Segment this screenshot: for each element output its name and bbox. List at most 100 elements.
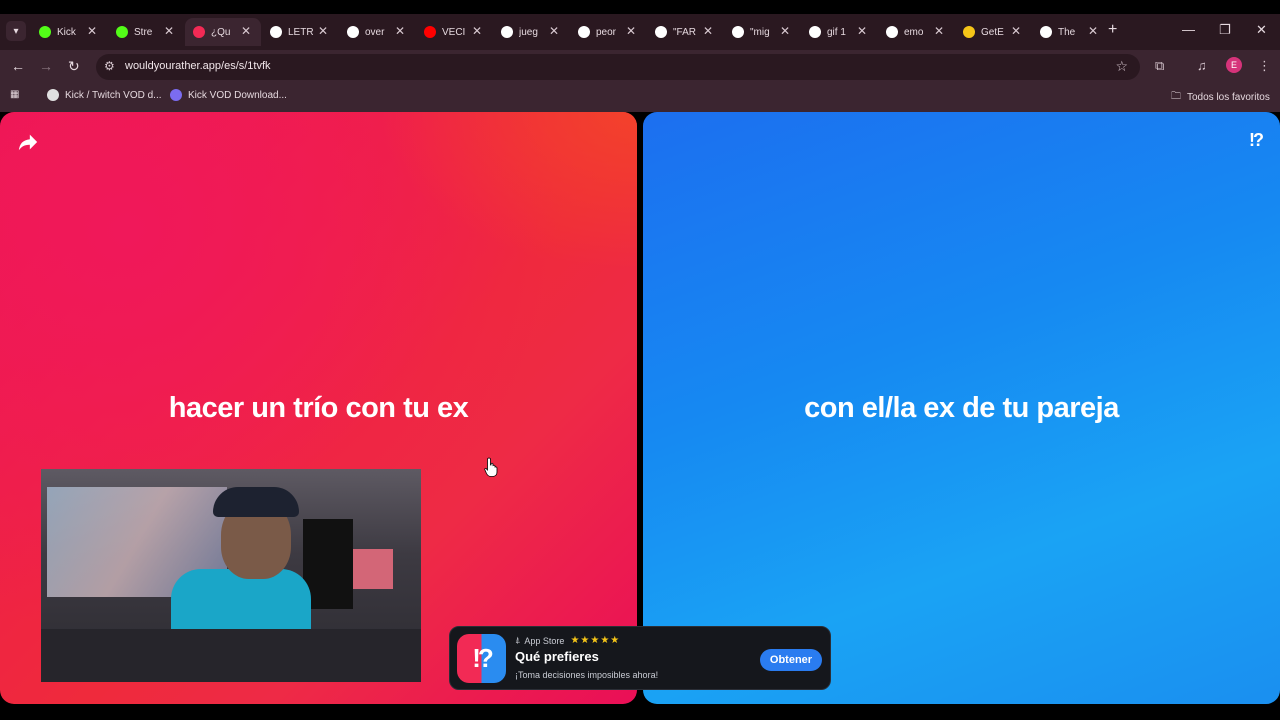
extensions-icon[interactable]: ⧉: [1155, 58, 1164, 74]
tab-favicon-icon: [655, 26, 667, 38]
profile-initial: E: [1230, 60, 1237, 70]
app-store-banner[interactable]: !? ⍋ App Store ★★★★★ Qué prefieres ¡Toma…: [449, 626, 831, 690]
tab-title: The: [1058, 26, 1076, 38]
forward-button[interactable]: →: [39, 58, 53, 74]
tab-favicon-icon: [809, 26, 821, 38]
tab-title: gif 1: [827, 26, 846, 38]
share-icon[interactable]: [17, 131, 39, 153]
globe-icon: [47, 89, 59, 101]
tab-close-icon[interactable]: ✕: [626, 24, 636, 38]
tab-favicon-icon: [347, 26, 359, 38]
tab-close-icon[interactable]: ✕: [164, 24, 174, 38]
back-button[interactable]: ←: [11, 58, 25, 74]
tab-search-button[interactable]: ▾: [6, 21, 26, 41]
tab-favicon-icon: [732, 26, 744, 38]
address-bar[interactable]: ⚙ wouldyourather.app/es/s/1tvfk ☆: [96, 54, 1140, 80]
browser-tab[interactable]: jueg ✕: [493, 18, 569, 46]
store-row: ⍋ App Store ★★★★★: [515, 635, 620, 646]
browser-tab[interactable]: GetE ✕: [955, 18, 1031, 46]
option-a-text: hacer un trío con tu ex: [168, 392, 469, 424]
tab-title: VECI: [442, 26, 466, 38]
apps-grid-icon[interactable]: ▦: [10, 89, 19, 100]
arrow-left-icon: ←: [11, 58, 25, 74]
site-info-icon[interactable]: ⚙: [104, 59, 115, 73]
screen-bottom-border: [0, 704, 1280, 720]
browser-tab[interactable]: Stre ✕: [108, 18, 184, 46]
store-label: App Store: [524, 635, 565, 646]
arrow-right-icon: →: [39, 58, 53, 74]
browser-tab[interactable]: "mig ✕: [724, 18, 800, 46]
browser-tab[interactable]: LETR ✕: [262, 18, 338, 46]
bookmark-item[interactable]: Kick / Twitch VOD d...: [47, 89, 162, 101]
background-lights: [353, 549, 393, 589]
menu-kebab-icon[interactable]: ⋮: [1258, 58, 1271, 74]
get-app-button[interactable]: Obtener: [760, 649, 822, 671]
tab-title: peor: [596, 26, 617, 38]
tab-favicon-icon: [886, 26, 898, 38]
browser-tab[interactable]: peor ✕: [570, 18, 646, 46]
browser-tab[interactable]: over ✕: [339, 18, 415, 46]
bookmark-label: Kick / Twitch VOD d...: [65, 89, 162, 101]
tab-close-icon[interactable]: ✕: [857, 24, 867, 38]
all-bookmarks-button[interactable]: 🗀 Todos los favoritos: [1171, 89, 1270, 106]
browser-toolbar: ← → ↻ ⚙ wouldyourather.app/es/s/1tvfk ☆ …: [0, 50, 1280, 82]
reload-icon: ↻: [68, 58, 80, 74]
streamer-cap: [213, 487, 299, 517]
rating-stars: ★★★★★: [570, 635, 621, 646]
restore-button[interactable]: ❐: [1219, 22, 1231, 38]
tab-close-icon[interactable]: ✕: [1011, 24, 1021, 38]
tab-favicon-icon: [39, 26, 51, 38]
close-window-button[interactable]: ✕: [1256, 22, 1267, 38]
tab-close-icon[interactable]: ✕: [318, 24, 328, 38]
tab-favicon-icon: [424, 26, 436, 38]
option-b-panel[interactable]: !? con el/la ex de tu pareja: [643, 112, 1280, 704]
hand-cursor-icon: [484, 457, 498, 477]
tab-favicon-icon: [963, 26, 975, 38]
tab-title: ¿Qu: [211, 26, 231, 38]
tab-title: LETR: [288, 26, 314, 38]
app-store-icon: ⍋: [515, 635, 521, 645]
browser-tab[interactable]: emo ✕: [878, 18, 954, 46]
tab-favicon-icon: [270, 26, 282, 38]
url-text[interactable]: wouldyourather.app/es/s/1tvfk: [125, 60, 271, 72]
tab-close-icon[interactable]: ✕: [87, 24, 97, 38]
plus-icon: +: [1108, 21, 1118, 38]
new-tab-button[interactable]: +: [1108, 21, 1117, 39]
minimize-button[interactable]: —: [1182, 22, 1195, 37]
tab-close-icon[interactable]: ✕: [780, 24, 790, 38]
tab-close-icon[interactable]: ✕: [241, 24, 251, 38]
browser-tab[interactable]: gif 1 ✕: [801, 18, 877, 46]
tab-favicon-icon: [501, 26, 513, 38]
tab-title: GetE: [981, 26, 1004, 38]
browser-tab[interactable]: The ✕: [1032, 18, 1108, 46]
tab-title: Kick: [57, 26, 76, 38]
tab-favicon-icon: [1040, 26, 1052, 38]
bookmark-favicon-icon: [170, 89, 182, 101]
option-b-text: con el/la ex de tu pareja: [804, 392, 1119, 424]
desk: [41, 629, 421, 682]
browser-tab[interactable]: Kick ✕: [31, 18, 107, 46]
tab-close-icon[interactable]: ✕: [549, 24, 559, 38]
tab-strip: ▾ Kick ✕ Stre ✕ ¿Qu ✕ LETR ✕ over ✕ VECI ✕ jueg ✕ peor…: [0, 14, 1280, 50]
profile-avatar[interactable]: E: [1226, 57, 1242, 73]
tab-close-icon[interactable]: ✕: [472, 24, 482, 38]
browser-tab[interactable]: ¿Qu ✕: [185, 18, 261, 46]
browser-tab[interactable]: VECI ✕: [416, 18, 492, 46]
reload-button[interactable]: ↻: [68, 58, 80, 75]
bookmark-star-icon[interactable]: ☆: [1115, 58, 1128, 75]
all-bookmarks-label: Todos los favoritos: [1187, 92, 1270, 103]
logo-icon[interactable]: !?: [1249, 130, 1264, 151]
tab-title: "FAR: [673, 26, 696, 38]
screen-top-border: [0, 0, 1280, 14]
tab-close-icon[interactable]: ✕: [703, 24, 713, 38]
tab-close-icon[interactable]: ✕: [1088, 24, 1098, 38]
tab-close-icon[interactable]: ✕: [934, 24, 944, 38]
browser-tab[interactable]: "FAR ✕: [647, 18, 723, 46]
tab-close-icon[interactable]: ✕: [395, 24, 405, 38]
folder-icon: 🗀: [1171, 91, 1181, 102]
tab-title: Stre: [134, 26, 153, 38]
app-name: Qué prefieres: [515, 649, 599, 664]
tab-title: jueg: [519, 26, 538, 38]
bookmark-item[interactable]: Kick VOD Download...: [170, 89, 287, 101]
media-controls-icon[interactable]: ♫: [1197, 58, 1207, 73]
